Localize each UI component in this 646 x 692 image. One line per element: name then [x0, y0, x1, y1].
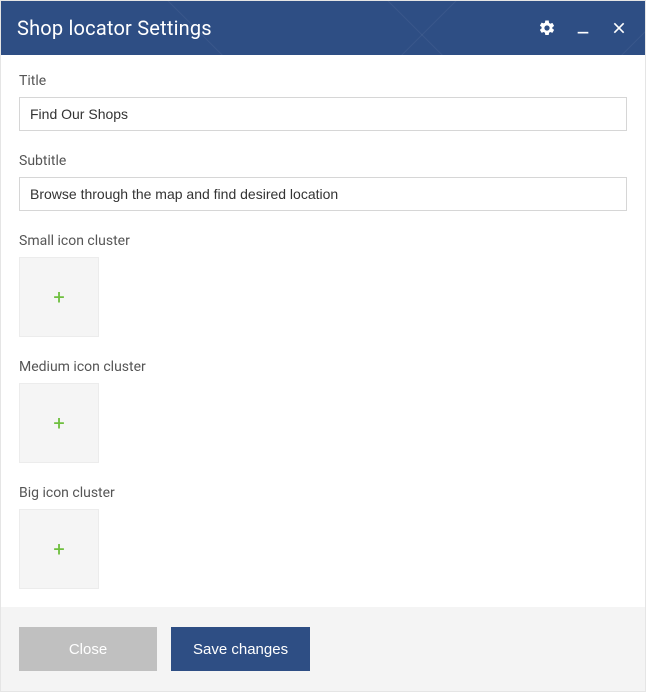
medium-cluster-upload[interactable]: + [19, 383, 99, 463]
field-title: Title [19, 73, 627, 131]
close-button[interactable]: Close [19, 627, 157, 671]
plus-icon: + [53, 287, 64, 307]
dialog-content: Title Subtitle Small icon cluster + Medi… [1, 55, 645, 607]
title-label: Title [19, 73, 627, 89]
subtitle-label: Subtitle [19, 153, 627, 169]
title-input[interactable] [19, 97, 627, 131]
small-cluster-upload[interactable]: + [19, 257, 99, 337]
field-small-cluster: Small icon cluster + [19, 233, 627, 337]
dialog-title: Shop locator Settings [17, 16, 212, 40]
subtitle-input[interactable] [19, 177, 627, 211]
big-cluster-label: Big icon cluster [19, 485, 627, 501]
settings-dialog: Shop locator Settings Title Subtitle Sma… [0, 0, 646, 692]
close-icon[interactable] [609, 18, 629, 38]
minimize-icon[interactable] [573, 18, 593, 38]
medium-cluster-label: Medium icon cluster [19, 359, 627, 375]
titlebar-actions [537, 18, 629, 38]
save-button[interactable]: Save changes [171, 627, 310, 671]
field-subtitle: Subtitle [19, 153, 627, 211]
small-cluster-label: Small icon cluster [19, 233, 627, 249]
dialog-footer: Close Save changes [1, 607, 645, 691]
plus-icon: + [53, 539, 64, 559]
dialog-titlebar: Shop locator Settings [1, 1, 645, 55]
big-cluster-upload[interactable]: + [19, 509, 99, 589]
gear-icon[interactable] [537, 18, 557, 38]
plus-icon: + [53, 413, 64, 433]
field-medium-cluster: Medium icon cluster + [19, 359, 627, 463]
field-big-cluster: Big icon cluster + [19, 485, 627, 589]
